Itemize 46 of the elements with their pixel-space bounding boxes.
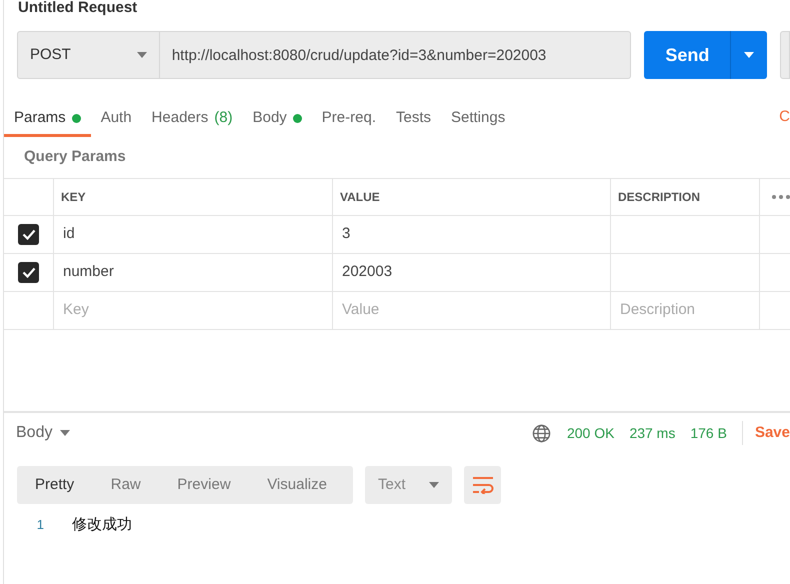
table-cell-text: 202003 bbox=[342, 262, 392, 282]
request-title: Untitled Request bbox=[18, 0, 138, 16]
checkbox[interactable] bbox=[18, 262, 39, 283]
cookies-link[interactable]: C bbox=[779, 106, 790, 128]
view-tab[interactable]: Pretty bbox=[23, 474, 86, 496]
table-cell-text: id bbox=[63, 224, 75, 244]
section-title: Query Params bbox=[23, 147, 127, 168]
view-tab[interactable]: Visualize bbox=[255, 474, 339, 496]
request-tab[interactable]: Tests bbox=[386, 103, 441, 137]
response-text: 修改成功 bbox=[72, 514, 132, 535]
url-field[interactable]: http://localhost:8080/crud/update?id=3&number=202003 bbox=[160, 31, 632, 79]
body-dropdown[interactable]: Body bbox=[16, 421, 70, 445]
request-tab[interactable]: Auth bbox=[90, 103, 142, 137]
save-response-button[interactable]: Save bbox=[754, 422, 790, 444]
request-tab[interactable]: Params bbox=[4, 103, 91, 137]
request-tab[interactable]: Headers (8) bbox=[142, 103, 243, 137]
request-tab[interactable]: Settings bbox=[441, 103, 516, 137]
caret-icon bbox=[429, 482, 439, 488]
response-status: 200 OK bbox=[566, 424, 614, 442]
column-header: DESCRIPTION bbox=[611, 179, 760, 215]
caret-icon bbox=[744, 52, 754, 58]
table-cell-text: 3 bbox=[342, 224, 350, 244]
request-tab[interactable]: Body bbox=[242, 103, 312, 137]
checkmark-icon bbox=[22, 267, 36, 278]
format-dropdown[interactable]: Text bbox=[365, 466, 452, 504]
view-tab[interactable]: Preview bbox=[165, 474, 243, 496]
caret-icon bbox=[136, 52, 147, 58]
table-cell-text: number bbox=[63, 262, 114, 282]
response-time: 237 ms bbox=[629, 424, 676, 442]
response-size: 176 B bbox=[690, 424, 727, 442]
caret-icon bbox=[60, 430, 70, 436]
more-icon[interactable] bbox=[772, 195, 790, 199]
wrap-icon bbox=[472, 476, 494, 494]
send-options-button[interactable] bbox=[730, 31, 768, 79]
globe-icon bbox=[532, 424, 551, 442]
request-tab[interactable]: Pre-req. bbox=[312, 103, 386, 137]
checkbox[interactable] bbox=[18, 224, 39, 245]
column-header: VALUE bbox=[333, 179, 611, 215]
line-number: 1 bbox=[36, 516, 44, 534]
header-count: (8) bbox=[214, 108, 233, 128]
checkmark-icon bbox=[22, 229, 36, 240]
view-tab[interactable]: Raw bbox=[98, 474, 153, 496]
send-button[interactable]: Send bbox=[644, 31, 730, 79]
wrap-lines-button[interactable] bbox=[464, 466, 501, 504]
method-dropdown[interactable]: POST bbox=[17, 31, 160, 79]
column-header: KEY bbox=[54, 179, 333, 215]
